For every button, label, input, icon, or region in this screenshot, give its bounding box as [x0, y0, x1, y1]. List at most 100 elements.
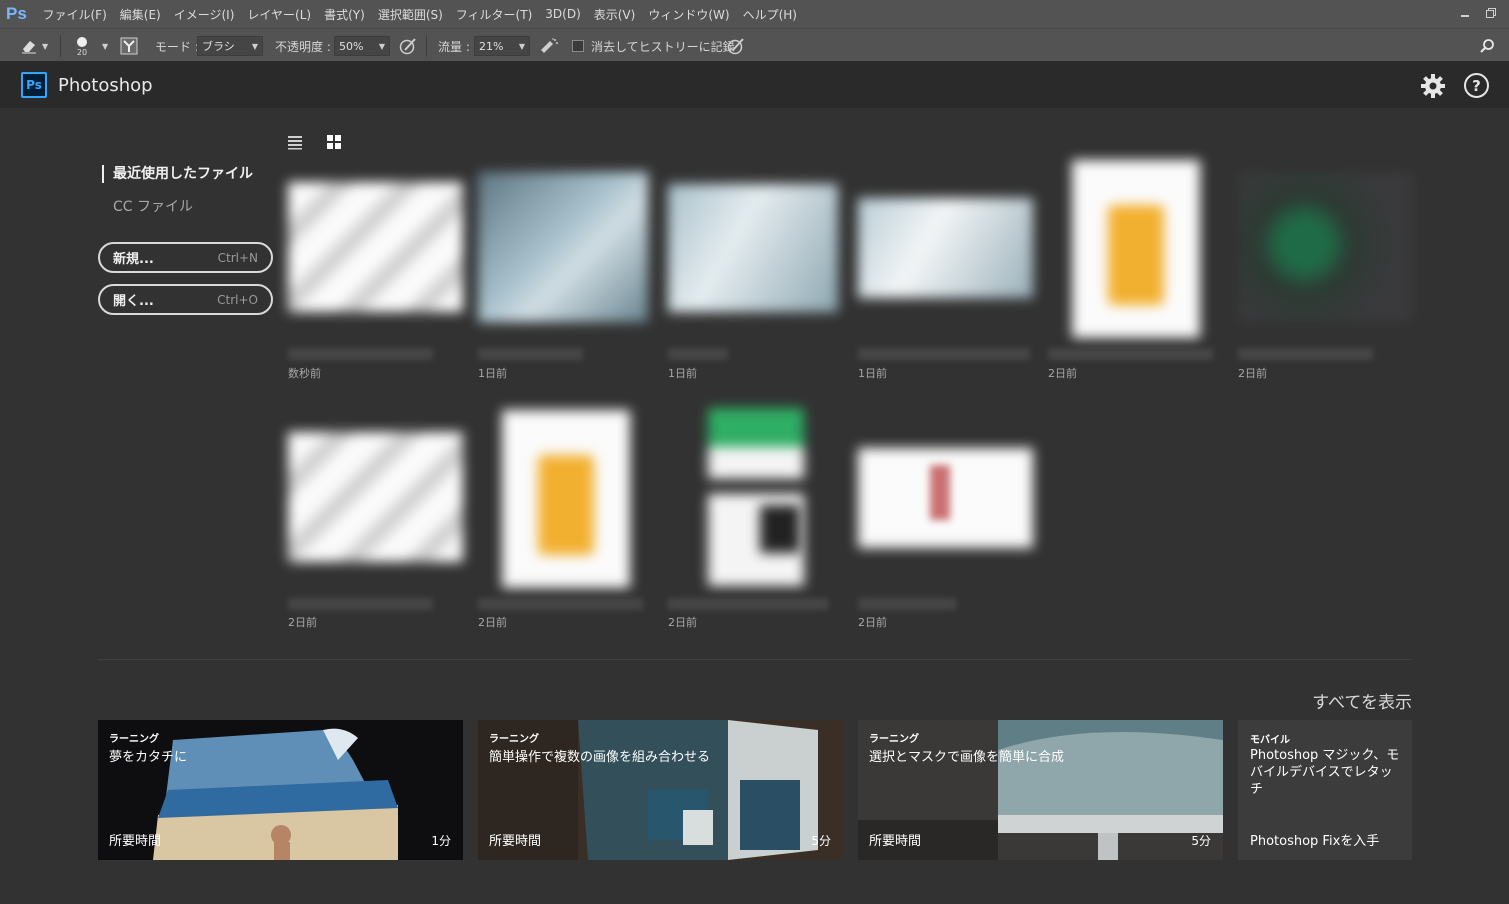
thumbnail-image [858, 198, 1033, 298]
ps-logo: Ps [6, 4, 27, 23]
file-time: 2日前 [288, 616, 317, 629]
minimize-icon [1461, 15, 1469, 17]
flow-select[interactable]: 21% ▼ [474, 29, 530, 63]
menu-type[interactable]: 書式(Y) [318, 6, 372, 23]
file-time: 数秒前 [288, 367, 321, 380]
show-all-link[interactable]: すべてを表示 [1312, 688, 1412, 713]
file-name-blurred [1048, 348, 1213, 360]
menu-image[interactable]: イメージ(I) [167, 6, 241, 23]
pressure-size-icon [727, 38, 744, 55]
mobile-card[interactable]: モバイル Photoshop マジック、モバイルデバイスでレタッチ Photos… [1238, 720, 1412, 860]
menu-3d[interactable]: 3D(D) [539, 7, 587, 21]
minimize-button[interactable] [1455, 4, 1475, 22]
opacity-select[interactable]: 50% ▼ [334, 29, 390, 63]
card-duration-label: 所要時間 [489, 834, 542, 849]
photoshop-badge-icon: Ps [21, 72, 47, 98]
file-time: 2日前 [668, 616, 697, 629]
file-time: 2日前 [478, 616, 507, 629]
brush-chevron[interactable]: ▼ [98, 29, 108, 63]
card-tag: ラーニング [109, 734, 159, 745]
new-file-button[interactable]: 新規... Ctrl+N [98, 242, 273, 273]
chevron-down-icon: ▼ [42, 41, 49, 51]
settings-button[interactable] [1420, 73, 1446, 99]
start-header: Ps Photoshop ? [0, 62, 1509, 108]
restore-button[interactable] [1481, 4, 1501, 22]
airbrush-icon [541, 38, 558, 53]
brush-size: 20 [76, 48, 88, 57]
gear-icon [1421, 74, 1445, 98]
tool-preset-picker[interactable]: ▼ [20, 29, 48, 63]
pressure-opacity-icon [399, 38, 416, 55]
file-name-blurred [1238, 348, 1373, 360]
menu-file[interactable]: ファイル(F) [36, 6, 113, 23]
eraser-icon [22, 41, 36, 54]
file-name-blurred [668, 348, 728, 360]
menu-view[interactable]: 表示(V) [587, 6, 642, 23]
card-title: 簡単操作で複数の画像を組み合わせる [489, 750, 711, 765]
thumbnail-image [288, 432, 463, 562]
options-bar: ▼ 20 ▼ モード : ブラシ ▼ 不透明度 : 50% ▼ 流量: 21%… [0, 28, 1509, 62]
new-file-label: 新規... [113, 252, 154, 267]
menu-layer[interactable]: レイヤー(L) [241, 6, 318, 23]
mode-value: ブラシ [202, 40, 235, 53]
list-view-button[interactable] [287, 134, 303, 150]
airbrush-button[interactable] [538, 29, 560, 63]
thumbnail-image-accent [1108, 205, 1164, 305]
grid-view-button[interactable] [326, 134, 342, 150]
open-file-button[interactable]: 開く... Ctrl+O [98, 284, 273, 315]
thumbnail-image [288, 182, 463, 312]
menu-filter[interactable]: フィルター(T) [449, 6, 538, 23]
pressure-opacity-button[interactable] [398, 29, 418, 63]
erase-history-checkbox[interactable]: 消去してヒストリーに記録 [572, 29, 735, 63]
learning-card-1[interactable]: ラーニング 夢をカタチに 所要時間 1分 [98, 720, 463, 860]
menu-select[interactable]: 選択範囲(S) [371, 6, 449, 23]
open-file-label: 開く... [113, 294, 154, 309]
file-time: 1日前 [478, 367, 507, 380]
card-duration-label: 所要時間 [109, 834, 162, 849]
sep-1 [60, 29, 61, 63]
file-time: 2日前 [1238, 367, 1267, 380]
card-minutes: 1分 [431, 834, 451, 848]
brush-panel-button[interactable] [120, 29, 138, 63]
brush-picker[interactable]: 20 [74, 29, 90, 63]
chevron-down-icon: ▼ [518, 41, 525, 51]
pressure-size-button[interactable] [726, 29, 746, 63]
file-name-blurred [288, 598, 433, 610]
nav-cc-files[interactable]: CC ファイル [113, 196, 193, 216]
learning-card-3[interactable]: ラーニング 選択とマスクで画像を簡単に合成 所要時間 5分 [858, 720, 1223, 860]
window-controls [1455, 4, 1501, 22]
sep-2 [426, 29, 427, 63]
file-time: 2日前 [858, 616, 887, 629]
mode-select[interactable]: ブラシ ▼ [197, 29, 263, 63]
menu-window[interactable]: ウィンドウ(W) [642, 6, 736, 23]
thumbnail-image-accent [930, 465, 950, 520]
file-name-blurred [668, 598, 828, 610]
menu-help[interactable]: ヘルプ(H) [736, 6, 803, 23]
section-divider [98, 659, 1412, 660]
file-time: 2日前 [1048, 367, 1077, 380]
card-title: Photoshop マジック、モバイルデバイスでレタッチ [1250, 748, 1400, 797]
grid-view-icon [327, 135, 341, 149]
search-button[interactable] [1479, 29, 1495, 63]
file-time: 1日前 [858, 367, 887, 380]
file-name-blurred [478, 598, 643, 610]
menu-bar: Ps ファイル(F) 編集(E) イメージ(I) レイヤー(L) 書式(Y) 選… [0, 0, 1509, 28]
thumbnail-image-accent [760, 505, 800, 553]
mode-label: モード : [155, 39, 199, 54]
file-name-blurred [858, 348, 1030, 360]
menu-edit[interactable]: 編集(E) [113, 6, 167, 23]
file-name-blurred [478, 348, 583, 360]
nav-recent-files[interactable]: 最近使用したファイル [102, 165, 253, 183]
thumbnail-image [708, 408, 804, 586]
chevron-down-icon: ▼ [251, 41, 258, 51]
file-name-blurred [288, 348, 433, 360]
checkbox-box [572, 40, 584, 52]
card-title: 夢をカタチに [109, 750, 188, 765]
card-cta: Photoshop Fixを入手 [1250, 834, 1380, 849]
help-button[interactable]: ? [1464, 73, 1489, 98]
flow-value: 21% [479, 39, 504, 53]
card-minutes: 5分 [811, 834, 831, 848]
app-title: Photoshop [58, 75, 153, 96]
learning-card-2[interactable]: ラーニング 簡単操作で複数の画像を組み合わせる 所要時間 5分 [478, 720, 843, 860]
opacity-label: 不透明度 : [275, 39, 331, 54]
